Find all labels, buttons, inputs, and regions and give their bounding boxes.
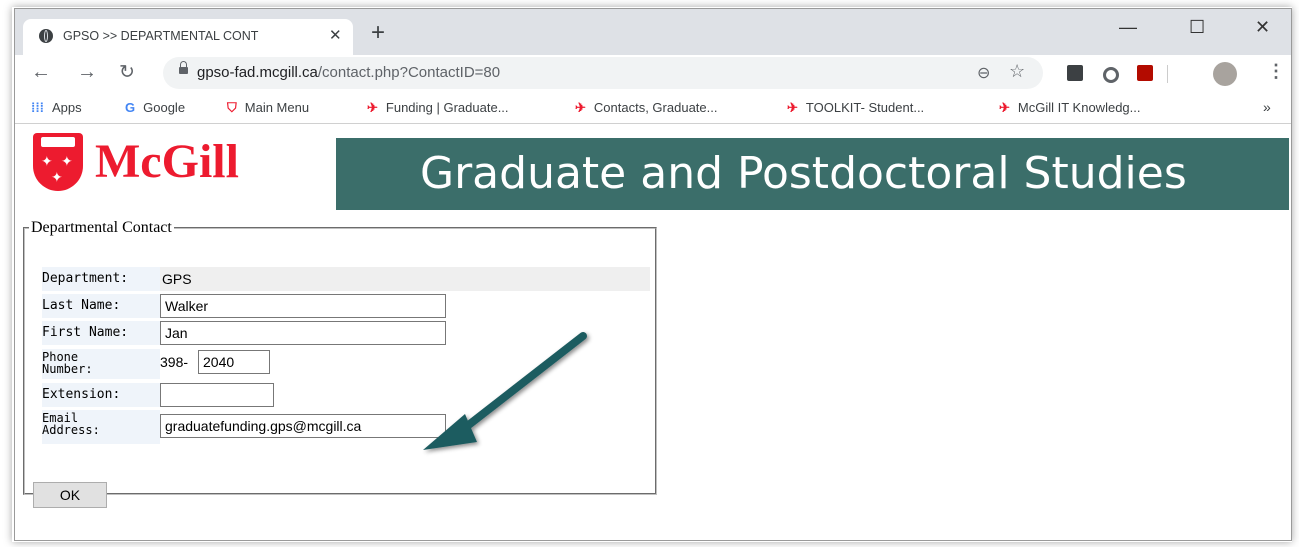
banner-title: Graduate and Postdoctoral Studies bbox=[420, 148, 1187, 199]
bookmark-google[interactable]: G Google bbox=[125, 100, 185, 115]
tab-title: GPSO >> DEPARTMENTAL CONT bbox=[63, 29, 259, 43]
tab-close-button[interactable]: ✕ bbox=[329, 26, 342, 44]
gps-banner: Graduate and Postdoctoral Studies bbox=[336, 138, 1289, 210]
tab-active[interactable]: GPSO >> DEPARTMENTAL CONT ✕ bbox=[23, 19, 353, 55]
forward-button[interactable]: → bbox=[77, 61, 97, 84]
shield-crown bbox=[41, 137, 75, 147]
ok-button[interactable]: OK bbox=[33, 482, 107, 508]
globe-icon bbox=[39, 29, 53, 43]
fieldset-legend: Departmental Contact bbox=[31, 219, 172, 236]
bookmark-it-knowledge[interactable]: ✈ McGill IT Knowledg... bbox=[999, 100, 1141, 116]
bookmarks-bar: ⁞⁞⁞ Apps G Google ⛉ Main Menu ✈ Funding | Gr… bbox=[15, 93, 1291, 124]
phone-number-input[interactable]: 2040 bbox=[198, 350, 270, 374]
phone-prefix: 398- bbox=[160, 354, 189, 370]
shield-bird-icon: ✦ bbox=[41, 153, 53, 169]
new-tab-button[interactable]: + bbox=[371, 21, 385, 45]
bookmark-contacts[interactable]: ✈ Contacts, Graduate... bbox=[575, 100, 717, 116]
circle-extension-icon[interactable] bbox=[1103, 67, 1119, 83]
toolbar-divider bbox=[1167, 65, 1168, 83]
mcgill-bird-icon: ✈ bbox=[999, 100, 1010, 115]
mcgill-wordmark: McGill bbox=[95, 135, 239, 188]
bookmarks-more-icon[interactable]: » bbox=[1263, 99, 1271, 115]
browser-window: GPSO >> DEPARTMENTAL CONT ✕ + — ☐ ✕ ← → … bbox=[14, 8, 1292, 541]
first-name-label: First Name: bbox=[42, 321, 160, 345]
email-address-input[interactable]: graduatefunding.gps@mcgill.ca bbox=[160, 414, 446, 438]
bookmark-main-menu[interactable]: ⛉ Main Menu bbox=[227, 100, 309, 116]
close-window-button[interactable]: ✕ bbox=[1255, 17, 1270, 38]
browser-toolbar: ← → ↻ gpso-fad.mcgill.ca/contact.php?Con… bbox=[15, 55, 1291, 93]
bookmark-funding[interactable]: ✈ Funding | Graduate... bbox=[367, 100, 509, 116]
department-value: GPS bbox=[160, 267, 650, 291]
shield-bird-icon: ✦ bbox=[51, 169, 63, 185]
shield-bird-icon: ✦ bbox=[61, 153, 73, 169]
department-label: Department: bbox=[42, 267, 160, 291]
last-name-input[interactable]: Walker bbox=[160, 294, 446, 318]
phone-number-label: Phone Number: bbox=[42, 349, 160, 379]
mcgill-bird-icon: ✈ bbox=[787, 100, 798, 115]
annotation-arrow bbox=[423, 332, 587, 450]
apps-grid-icon: ⁞⁞⁞ bbox=[31, 100, 44, 115]
pdf-extension-icon[interactable] bbox=[1137, 65, 1153, 81]
address-bar[interactable]: gpso-fad.mcgill.ca/contact.php?ContactID… bbox=[163, 57, 1043, 89]
tab-strip: GPSO >> DEPARTMENTAL CONT ✕ + — ☐ ✕ bbox=[15, 9, 1291, 55]
google-icon: G bbox=[125, 100, 136, 115]
arrow-shape bbox=[423, 332, 587, 450]
bookmark-star-icon[interactable]: ☆ bbox=[1009, 61, 1025, 82]
extension-label: Extension: bbox=[42, 383, 160, 407]
minimize-button[interactable]: — bbox=[1119, 17, 1137, 38]
maximize-button[interactable]: ☐ bbox=[1189, 17, 1205, 38]
mcgill-bird-icon: ✈ bbox=[575, 100, 586, 115]
extension-input[interactable] bbox=[160, 383, 274, 407]
last-name-label: Last Name: bbox=[42, 294, 160, 318]
bookmark-toolkit[interactable]: ✈ TOOLKIT- Student... bbox=[787, 100, 924, 116]
back-button[interactable]: ← bbox=[31, 61, 51, 84]
mcgill-bird-icon: ✈ bbox=[367, 100, 378, 115]
mcgill-shield-logo: ✦ ✦ ✦ bbox=[33, 133, 83, 191]
url-text[interactable]: gpso-fad.mcgill.ca/contact.php?ContactID… bbox=[197, 64, 500, 81]
bookmark-apps[interactable]: ⁞⁞⁞ Apps bbox=[31, 100, 82, 115]
reload-button[interactable]: ↻ bbox=[119, 61, 135, 84]
first-name-input[interactable]: Jan bbox=[160, 321, 446, 345]
office-extension-icon[interactable] bbox=[1067, 65, 1083, 81]
page-content: ✦ ✦ ✦ McGill Graduate and Postdoctoral S… bbox=[15, 124, 1291, 540]
email-address-label: Email Address: bbox=[42, 410, 160, 444]
lock-icon bbox=[179, 61, 188, 74]
mcgill-shield-icon: ⛉ bbox=[227, 100, 237, 115]
zoom-icon[interactable]: ⊖ bbox=[977, 63, 990, 83]
menu-kebab-icon[interactable]: ⋮ bbox=[1267, 61, 1285, 82]
profile-avatar[interactable] bbox=[1213, 62, 1237, 86]
